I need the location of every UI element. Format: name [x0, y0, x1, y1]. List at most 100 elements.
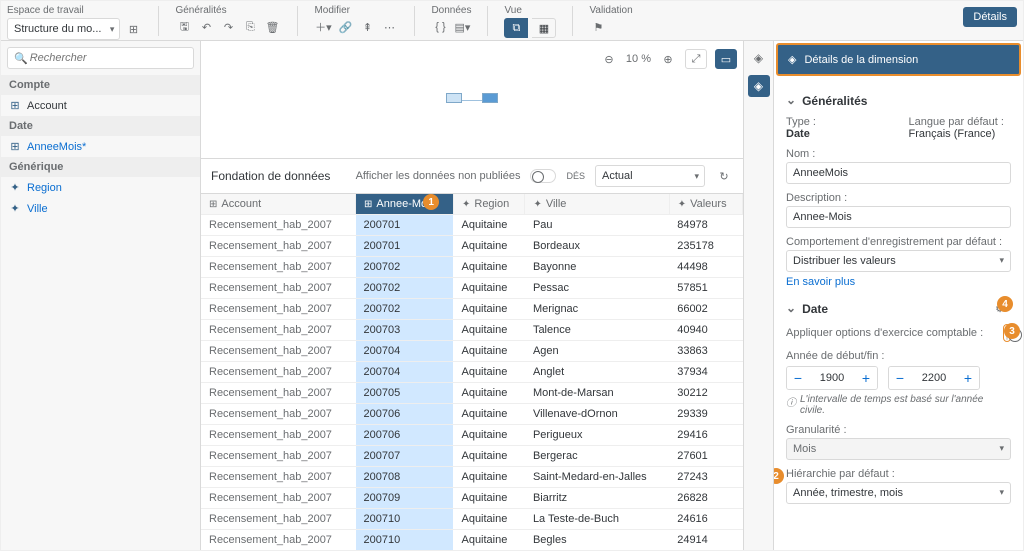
cell-account[interactable]: Recensement_hab_2007: [201, 299, 356, 320]
cell-region[interactable]: Aquitaine: [453, 446, 524, 467]
cell-account[interactable]: Recensement_hab_2007: [201, 530, 356, 551]
cell-valeurs[interactable]: 24914: [669, 530, 742, 551]
cell-account[interactable]: Recensement_hab_2007: [201, 341, 356, 362]
redo-icon[interactable]: ↷: [219, 18, 237, 36]
cell-ville[interactable]: La Teste-de-Buch: [525, 509, 669, 530]
cell-ville[interactable]: Begles: [525, 530, 669, 551]
copy-icon[interactable]: ⎘: [241, 18, 259, 36]
name-input[interactable]: AnneeMois: [786, 162, 1011, 184]
cell-account[interactable]: Recensement_hab_2007: [201, 467, 356, 488]
year-end-minus[interactable]: −: [889, 367, 911, 389]
cell-ville[interactable]: Bordeaux: [525, 236, 669, 257]
cell-valeurs[interactable]: 44498: [669, 257, 742, 278]
cell-annee[interactable]: 200706: [356, 404, 454, 425]
cell-valeurs[interactable]: 57851: [669, 278, 742, 299]
cell-region[interactable]: Aquitaine: [453, 467, 524, 488]
cell-valeurs[interactable]: 26828: [669, 488, 742, 509]
table-row[interactable]: Recensement_hab_2007200701AquitaineBorde…: [201, 236, 743, 257]
cell-valeurs[interactable]: 29339: [669, 404, 742, 425]
cell-valeurs[interactable]: 66002: [669, 299, 742, 320]
cell-annee[interactable]: 200704: [356, 341, 454, 362]
cell-valeurs[interactable]: 235178: [669, 236, 742, 257]
column-header-account[interactable]: ⊞Account: [201, 194, 356, 215]
cell-annee[interactable]: 200701: [356, 236, 454, 257]
cell-region[interactable]: Aquitaine: [453, 530, 524, 551]
cell-account[interactable]: Recensement_hab_2007: [201, 362, 356, 383]
year-start-plus[interactable]: +: [855, 367, 877, 389]
cube-filled-icon[interactable]: ◈: [748, 75, 770, 97]
cell-ville[interactable]: Saint-Medard-en-Jalles: [525, 467, 669, 488]
validation-icon[interactable]: ⚑: [589, 18, 607, 36]
cell-valeurs[interactable]: 29416: [669, 425, 742, 446]
table-row[interactable]: Recensement_hab_2007200704AquitaineAngle…: [201, 362, 743, 383]
column-header-annee[interactable]: ⊞Annee-Mois1: [356, 194, 454, 215]
cell-account[interactable]: Recensement_hab_2007: [201, 320, 356, 341]
zoom-in-icon[interactable]: ⊕: [659, 50, 677, 68]
cube-outline-icon[interactable]: ◈: [748, 47, 770, 69]
table-row[interactable]: Recensement_hab_2007200709AquitaineBiarr…: [201, 488, 743, 509]
year-end-stepper[interactable]: − 2200 +: [888, 366, 980, 390]
table-row[interactable]: Recensement_hab_2007200708AquitaineSaint…: [201, 467, 743, 488]
workspace-settings-icon[interactable]: ⊞: [124, 20, 142, 38]
cell-annee[interactable]: 200706: [356, 425, 454, 446]
cell-annee[interactable]: 200710: [356, 509, 454, 530]
workspace-item[interactable]: ⊞AnneeMois*: [1, 136, 200, 157]
hierarchy-select[interactable]: Année, trimestre, mois: [786, 482, 1011, 504]
cell-region[interactable]: Aquitaine: [453, 278, 524, 299]
workspace-item[interactable]: ✦Region: [1, 177, 200, 198]
cell-valeurs[interactable]: 84978: [669, 215, 742, 236]
cell-region[interactable]: Aquitaine: [453, 383, 524, 404]
refresh-icon[interactable]: ↻: [715, 167, 733, 185]
cell-ville[interactable]: Bayonne: [525, 257, 669, 278]
cell-account[interactable]: Recensement_hab_2007: [201, 257, 356, 278]
table-row[interactable]: Recensement_hab_2007200706AquitainePerig…: [201, 425, 743, 446]
cell-annee[interactable]: 200710: [356, 530, 454, 551]
table-row[interactable]: Recensement_hab_2007200702AquitaineBayon…: [201, 257, 743, 278]
zoom-out-icon[interactable]: ⊖: [600, 50, 618, 68]
workspace-item[interactable]: ⊞Account: [1, 95, 200, 116]
column-header-ville[interactable]: ✦Ville: [525, 194, 669, 215]
cell-annee[interactable]: 200708: [356, 467, 454, 488]
cell-region[interactable]: Aquitaine: [453, 236, 524, 257]
workspace-structure-select[interactable]: Structure du mo...: [7, 18, 120, 40]
cell-ville[interactable]: Talence: [525, 320, 669, 341]
cell-account[interactable]: Recensement_hab_2007: [201, 509, 356, 530]
cell-ville[interactable]: Bergerac: [525, 446, 669, 467]
year-end-plus[interactable]: +: [957, 367, 979, 389]
cell-ville[interactable]: Pau: [525, 215, 669, 236]
view-diagram-icon[interactable]: ⧉: [504, 18, 528, 38]
cell-region[interactable]: Aquitaine: [453, 362, 524, 383]
table-row[interactable]: Recensement_hab_2007200702AquitainePessa…: [201, 278, 743, 299]
cell-valeurs[interactable]: 27601: [669, 446, 742, 467]
search-input[interactable]: [28, 51, 187, 65]
data-braces-icon[interactable]: { }: [431, 18, 449, 36]
table-row[interactable]: Recensement_hab_2007200703AquitaineTalen…: [201, 320, 743, 341]
behavior-select[interactable]: Distribuer les valeurs: [786, 250, 1011, 272]
cell-account[interactable]: Recensement_hab_2007: [201, 383, 356, 404]
cell-annee[interactable]: 200702: [356, 257, 454, 278]
cell-region[interactable]: Aquitaine: [453, 257, 524, 278]
more-modify-icon[interactable]: ⋯: [380, 18, 398, 36]
table-row[interactable]: Recensement_hab_2007200710AquitaineLa Te…: [201, 509, 743, 530]
add-icon[interactable]: ＋▾: [314, 18, 332, 36]
undo-icon[interactable]: ↶: [197, 18, 215, 36]
table-row[interactable]: Recensement_hab_2007200706AquitaineVille…: [201, 404, 743, 425]
cell-region[interactable]: Aquitaine: [453, 509, 524, 530]
cell-annee[interactable]: 200702: [356, 299, 454, 320]
cell-annee[interactable]: 200702: [356, 278, 454, 299]
year-start-minus[interactable]: −: [787, 367, 809, 389]
table-row[interactable]: Recensement_hab_2007200701AquitainePau84…: [201, 215, 743, 236]
cell-region[interactable]: Aquitaine: [453, 425, 524, 446]
cell-ville[interactable]: Pessac: [525, 278, 669, 299]
cell-annee[interactable]: 200705: [356, 383, 454, 404]
fullscreen-icon[interactable]: ▭: [715, 49, 737, 69]
cell-ville[interactable]: Perigueux: [525, 425, 669, 446]
cell-region[interactable]: Aquitaine: [453, 215, 524, 236]
cell-annee[interactable]: 200704: [356, 362, 454, 383]
cell-ville[interactable]: Agen: [525, 341, 669, 362]
cell-account[interactable]: Recensement_hab_2007: [201, 488, 356, 509]
cell-valeurs[interactable]: 24616: [669, 509, 742, 530]
section-date[interactable]: Date: [786, 302, 1011, 316]
cell-ville[interactable]: Merignac: [525, 299, 669, 320]
cell-valeurs[interactable]: 27243: [669, 467, 742, 488]
